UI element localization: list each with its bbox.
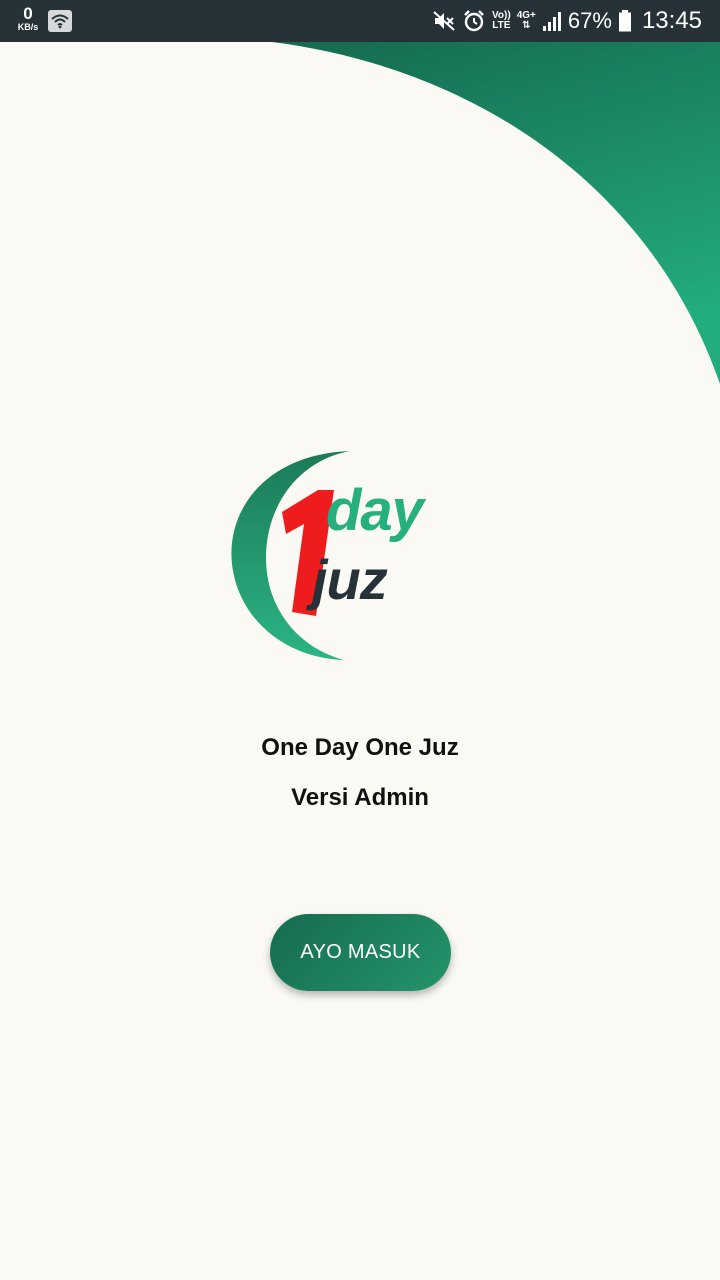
volte-indicator: Vo)) LTE [492,11,511,31]
battery-percent: 67% [567,8,612,33]
logo-word-juz: juz [312,548,388,611]
network-speed-value: 0 [23,4,33,23]
app-logo: day juz [228,446,438,666]
clock: 13:45 [641,7,702,34]
network-type-indicator: 4G+ ⇅ [517,11,536,31]
app-subtitle: Versi Admin [291,784,429,811]
alarm-icon [464,10,484,32]
logo-word-day: day [326,478,424,543]
wifi-icon [48,10,72,32]
status-bar: 0 KB/s Vo)) LTE 4G+ ⇅ 67% 13:45 [0,0,720,42]
network-speed-unit: KB/s [17,22,39,32]
volte-line2: LTE [492,20,511,31]
login-button[interactable]: AYO MASUK [270,914,451,991]
signal-icon [542,12,561,31]
splash-screen: 0 KB/s Vo)) LTE 4G+ ⇅ 67% 13:45 day juz … [0,0,720,1280]
decorative-corner-curve [272,42,720,384]
data-arrows-icon: ⇅ [522,20,531,31]
battery-icon [618,10,631,32]
mute-icon [433,11,455,31]
status-icons: Vo)) LTE 4G+ ⇅ 67% 13:45 [432,0,702,42]
app-title: One Day One Juz [261,734,459,761]
network-speed: 0 KB/s [12,5,44,32]
